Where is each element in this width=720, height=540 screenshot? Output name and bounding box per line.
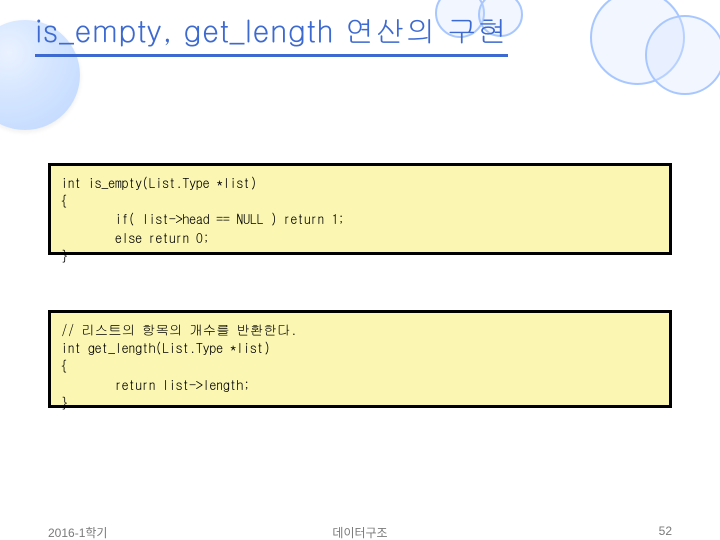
footer-semester: 2016-1학기 xyxy=(48,524,107,540)
footer-page-number: 52 xyxy=(659,524,672,538)
code-box-get-length: // 리스트의 항목의 개수를 반환한다. int get_length(Lis… xyxy=(48,310,672,408)
bg-circle-small-4 xyxy=(645,15,720,95)
code-get-length: // 리스트의 항목의 개수를 반환한다. int get_length(Lis… xyxy=(61,321,659,412)
slide: is_empty, get_length 연산의 구현 int is_empty… xyxy=(0,0,720,540)
footer-subject: 데이터구조 xyxy=(332,524,387,540)
page-title: is_empty, get_length 연산의 구현 xyxy=(35,12,508,57)
code-is-empty: int is_empty(List.Type *list) { if( list… xyxy=(61,174,659,265)
code-box-is-empty: int is_empty(List.Type *list) { if( list… xyxy=(48,163,672,255)
